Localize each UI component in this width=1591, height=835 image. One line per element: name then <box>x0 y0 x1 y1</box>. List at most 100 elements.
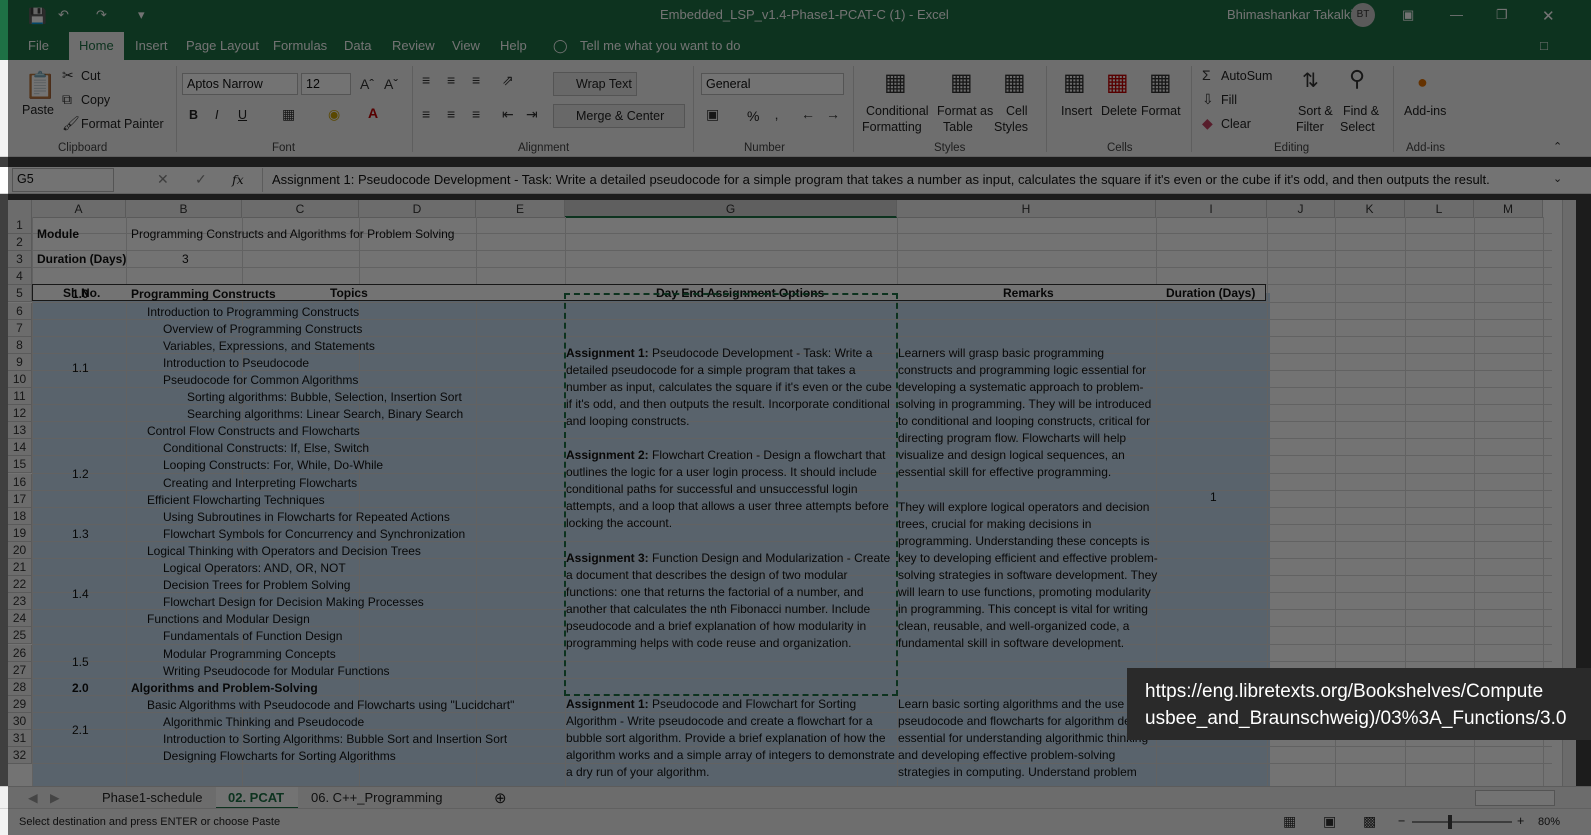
format-as-table-label-1[interactable]: Format as <box>937 104 993 118</box>
row-header-22[interactable]: 22 <box>8 576 32 594</box>
format-as-table-icon[interactable]: ▦ <box>950 68 973 97</box>
page-layout-view-icon[interactable]: ▣ <box>1323 813 1336 830</box>
formula-input[interactable]: Assignment 1: Pseudocode Development - T… <box>262 168 1548 192</box>
close-icon[interactable]: ✕ <box>1542 7 1555 25</box>
row-header-12[interactable]: 12 <box>8 405 32 423</box>
row-header-29[interactable]: 29 <box>8 695 32 713</box>
row-header-1[interactable]: 1 <box>8 217 32 235</box>
font-size-select[interactable]: 12 <box>301 73 351 95</box>
align-center-icon[interactable]: ≡ <box>447 106 455 122</box>
row-header-4[interactable]: 4 <box>8 268 32 286</box>
row-header-5[interactable]: 5 <box>8 285 32 303</box>
insert-cells-button[interactable]: Insert <box>1061 104 1092 118</box>
cell-styles-label-2[interactable]: Styles <box>994 120 1028 134</box>
tab-data[interactable]: Data <box>344 38 371 53</box>
cut-button[interactable]: Cut <box>81 69 100 83</box>
collapse-ribbon-icon[interactable]: ⌃ <box>1553 140 1562 153</box>
cell-styles-label-1[interactable]: Cell <box>1006 104 1028 118</box>
align-right-icon[interactable]: ≡ <box>472 106 480 122</box>
name-box[interactable]: G5 <box>12 168 114 192</box>
row-header-6[interactable]: 6 <box>8 302 32 320</box>
zoom-out-icon[interactable]: − <box>1398 814 1405 828</box>
row-header-28[interactable]: 28 <box>8 678 32 696</box>
prev-sheet-icon[interactable]: ◀ <box>28 790 38 805</box>
row-header-8[interactable]: 8 <box>8 336 32 354</box>
redo-icon[interactable]: ↷ <box>96 7 107 23</box>
tell-me-search[interactable]: Tell me what you want to do <box>580 38 740 53</box>
align-bottom-icon[interactable]: ≡ <box>472 72 480 88</box>
increase-decimal-icon[interactable]: ← <box>801 106 815 122</box>
paste-button[interactable]: Paste <box>22 103 54 117</box>
row-header-2[interactable]: 2 <box>8 234 32 252</box>
tab-formulas[interactable]: Formulas <box>273 38 327 53</box>
zoom-in-icon[interactable]: + <box>1517 814 1524 828</box>
restore-icon[interactable]: ❐ <box>1496 7 1508 23</box>
conditional-formatting-icon[interactable]: ▦ <box>884 68 907 97</box>
fill-icon[interactable]: ⇩ <box>1202 91 1214 108</box>
row-header-23[interactable]: 23 <box>8 593 32 611</box>
find-select-icon[interactable]: ⚲ <box>1349 66 1365 92</box>
tab-insert[interactable]: Insert <box>135 38 168 53</box>
format-cells-button[interactable]: Format <box>1141 104 1181 118</box>
increase-indent-icon[interactable]: ⇥ <box>526 106 538 123</box>
selected-cell-g5[interactable] <box>564 293 898 696</box>
column-header-d[interactable]: D <box>359 200 476 218</box>
bold-button[interactable]: B <box>189 108 198 122</box>
fill-button[interactable]: Fill <box>1221 93 1237 107</box>
horizontal-scrollbar[interactable] <box>1475 790 1555 806</box>
insert-cells-icon[interactable]: ▦ <box>1063 68 1086 97</box>
column-header-i[interactable]: I <box>1156 200 1267 218</box>
row-header-19[interactable]: 19 <box>8 524 32 542</box>
percent-button[interactable]: % <box>747 108 759 124</box>
column-header-c[interactable]: C <box>242 200 359 218</box>
increase-font-icon[interactable]: Aˆ <box>360 76 374 92</box>
row-header-27[interactable]: 27 <box>8 661 32 679</box>
next-sheet-icon[interactable]: ▶ <box>50 790 60 805</box>
row-header-21[interactable]: 21 <box>8 559 32 577</box>
undo-icon[interactable]: ↶ <box>58 7 69 23</box>
add-sheet-icon[interactable]: ⊕ <box>494 789 507 807</box>
column-header-m[interactable]: M <box>1474 200 1543 218</box>
sheet-tab-pcat[interactable]: 02. PCAT <box>228 790 284 805</box>
column-header-a[interactable]: A <box>32 200 126 218</box>
zoom-slider[interactable] <box>1412 821 1512 823</box>
comma-style-icon[interactable]: ‚ <box>775 106 778 122</box>
decrease-decimal-icon[interactable]: → <box>826 106 840 122</box>
save-icon[interactable]: 💾 <box>28 7 47 25</box>
column-header-k[interactable]: K <box>1335 200 1405 218</box>
sort-filter-icon[interactable]: ⇅ <box>1302 68 1319 93</box>
font-name-select[interactable]: Aptos Narrow <box>182 73 298 95</box>
format-cells-icon[interactable]: ▦ <box>1149 68 1172 97</box>
clear-button[interactable]: Clear <box>1221 117 1251 131</box>
paste-icon[interactable]: 📋 <box>24 70 56 101</box>
row-header-16[interactable]: 16 <box>8 473 32 491</box>
delete-cells-button[interactable]: Delete <box>1101 104 1137 118</box>
column-header-b[interactable]: B <box>126 200 242 218</box>
number-format-select[interactable]: General <box>701 73 844 95</box>
cell-styles-icon[interactable]: ▦ <box>1003 68 1026 97</box>
fill-color-icon[interactable]: ◉ <box>328 106 340 123</box>
row-header-14[interactable]: 14 <box>8 439 32 457</box>
column-header-l[interactable]: L <box>1405 200 1474 218</box>
conditional-formatting-label-1[interactable]: Conditional <box>866 104 929 118</box>
comments-icon[interactable]: □ <box>1540 38 1548 53</box>
accounting-format-icon[interactable]: ▣ <box>706 106 719 123</box>
align-top-icon[interactable]: ≡ <box>422 72 430 88</box>
page-break-view-icon[interactable]: ▩ <box>1363 813 1376 830</box>
row-header-26[interactable]: 26 <box>8 644 32 662</box>
decrease-font-icon[interactable]: Aˇ <box>384 76 398 92</box>
column-header-j[interactable]: J <box>1267 200 1335 218</box>
sort-filter-label-2[interactable]: Filter <box>1296 120 1324 134</box>
row-header-15[interactable]: 15 <box>8 456 32 474</box>
align-left-icon[interactable]: ≡ <box>422 106 430 122</box>
ribbon-display-icon[interactable]: ▣ <box>1402 7 1414 23</box>
normal-view-icon[interactable]: ▦ <box>1283 813 1296 830</box>
delete-cells-icon[interactable]: ▦ <box>1106 68 1129 97</box>
column-header-g[interactable]: G <box>565 200 897 218</box>
decrease-indent-icon[interactable]: ⇤ <box>502 106 514 123</box>
wrap-text-button[interactable]: Wrap Text <box>553 72 637 96</box>
row-header-13[interactable]: 13 <box>8 422 32 440</box>
copy-button[interactable]: Copy <box>81 93 110 107</box>
zoom-slider-thumb[interactable] <box>1448 815 1452 829</box>
zoom-level[interactable]: 80% <box>1538 816 1560 828</box>
